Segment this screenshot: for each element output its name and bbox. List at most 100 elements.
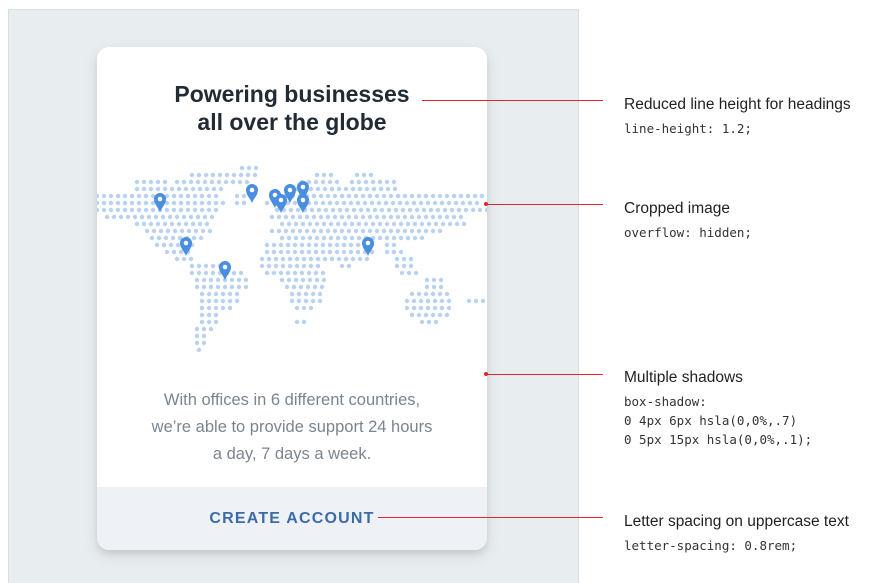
map-dot — [148, 186, 154, 192]
map-dot — [162, 179, 168, 185]
map-dot — [355, 242, 361, 248]
map-dot — [416, 193, 422, 199]
map-dot — [224, 172, 230, 178]
annotation-code: overflow: hidden; — [624, 225, 752, 240]
map-dot — [143, 193, 149, 199]
map-dot — [206, 193, 212, 199]
map-dot — [320, 270, 326, 276]
map-dot — [194, 277, 200, 283]
map-dot — [439, 200, 445, 206]
map-dot — [300, 235, 306, 241]
map-dot — [402, 228, 408, 234]
map-dot — [155, 221, 161, 227]
map-dot — [97, 193, 100, 199]
map-dot — [402, 214, 408, 220]
map-dot — [361, 172, 367, 178]
map-dot — [401, 263, 407, 269]
map-dot — [289, 298, 295, 304]
map-dot — [367, 193, 373, 199]
map-dot — [354, 172, 360, 178]
map-pin-hole — [365, 240, 371, 246]
map-dot — [322, 186, 328, 192]
map-dot — [201, 340, 207, 346]
map-dot — [348, 249, 354, 255]
map-dot — [336, 186, 342, 192]
map-dot — [408, 256, 414, 262]
map-dot — [101, 193, 107, 199]
map-dot — [334, 179, 340, 185]
map-dot — [328, 172, 334, 178]
map-dot — [213, 200, 219, 206]
map-dot — [231, 172, 237, 178]
map-dot — [181, 214, 187, 220]
map-dot — [155, 179, 161, 185]
map-dot — [400, 207, 406, 213]
map-dot — [294, 256, 300, 262]
map-dot — [200, 228, 206, 234]
map-dot — [237, 179, 243, 185]
map-dot — [136, 193, 142, 199]
map-dot — [220, 298, 226, 304]
map-dot — [234, 298, 240, 304]
card-body-text: With offices in 6 different countries, w… — [151, 391, 433, 463]
map-dot — [279, 221, 285, 227]
map-dot — [290, 214, 296, 220]
map-dot — [355, 249, 361, 255]
map-dot — [207, 228, 213, 234]
map-dot — [300, 221, 306, 227]
map-dot — [356, 235, 362, 241]
map-dot — [395, 228, 401, 234]
map-dot — [381, 193, 387, 199]
map-dot — [313, 270, 319, 276]
map-dot — [339, 228, 345, 234]
map-dot — [349, 179, 355, 185]
map-dot — [298, 284, 304, 290]
map-dot — [353, 193, 359, 199]
map-dot — [384, 235, 390, 241]
map-dot — [381, 214, 387, 220]
map-dot — [438, 284, 444, 290]
map-dot — [266, 256, 272, 262]
map-dot — [162, 221, 168, 227]
map-dot — [363, 179, 369, 185]
map-dot — [437, 312, 443, 318]
map-dot — [231, 270, 237, 276]
map-dot — [313, 249, 319, 255]
leader-dot-shadows — [484, 372, 488, 376]
create-account-button[interactable]: CREATE ACCOUNT — [97, 487, 487, 550]
map-dot — [104, 214, 110, 220]
map-dot — [409, 193, 415, 199]
map-dot — [341, 200, 347, 206]
map-dot — [185, 193, 191, 199]
map-dot — [144, 228, 150, 234]
map-dot — [288, 207, 294, 213]
map-dot — [425, 305, 431, 311]
map-dot — [318, 193, 324, 199]
map-dot — [388, 228, 394, 234]
map-dot — [371, 186, 377, 192]
map-dot — [477, 207, 483, 213]
map-dot — [430, 228, 436, 234]
map-dot — [243, 277, 249, 283]
map-dot — [339, 193, 345, 199]
map-dot — [196, 347, 202, 353]
map-dot — [213, 207, 219, 213]
map-dot — [194, 326, 200, 332]
map-dot — [190, 186, 196, 192]
map-dot — [384, 242, 390, 248]
annotation-label: Letter spacing on uppercase text — [624, 513, 849, 530]
map-dot — [199, 312, 205, 318]
map-dot — [299, 270, 305, 276]
map-dot — [365, 207, 371, 213]
map-dot — [243, 284, 249, 290]
map-dot — [178, 193, 184, 199]
map-dot — [430, 193, 436, 199]
map-dot — [161, 242, 167, 248]
map-dot — [210, 270, 216, 276]
map-dot — [383, 200, 389, 206]
map-dot — [314, 235, 320, 241]
map-dot — [245, 172, 251, 178]
map-dot — [377, 235, 383, 241]
map-dot — [351, 207, 357, 213]
annotation-box-shadow: Multiple shadows box-shadow: 0 4px 6px h… — [624, 368, 812, 449]
